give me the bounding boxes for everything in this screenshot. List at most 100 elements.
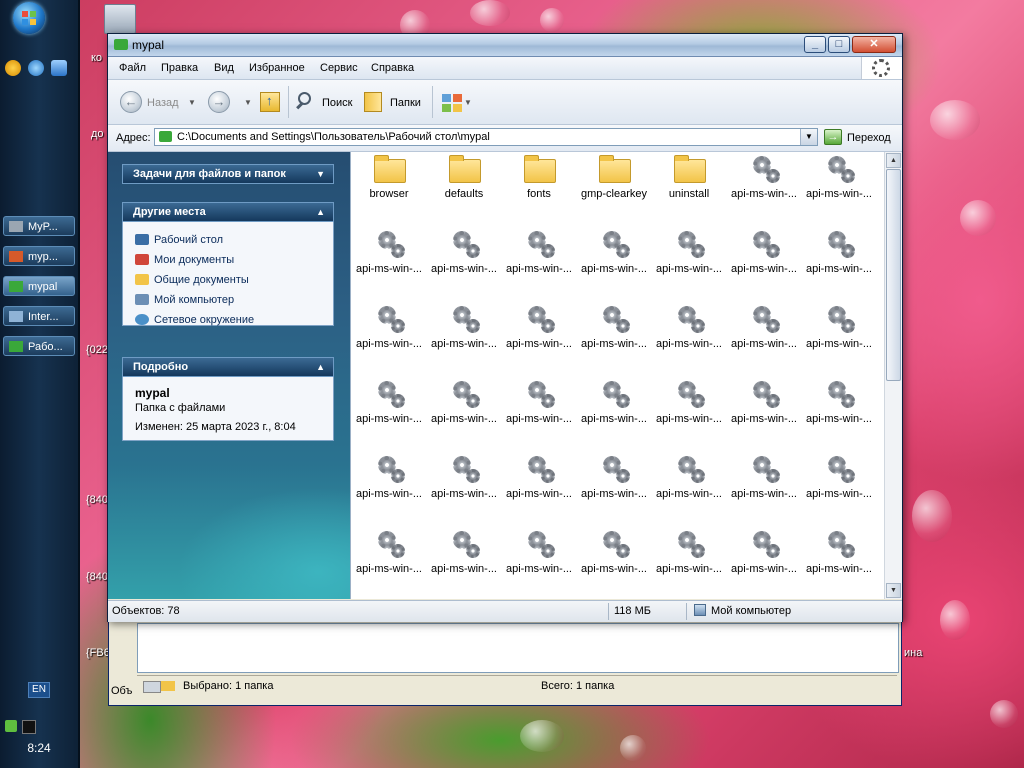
details-header[interactable]: Подробно ▲: [122, 357, 334, 377]
file-item[interactable]: api-ms-win-...: [727, 452, 801, 522]
taskbar-button-internet[interactable]: Inter...: [3, 306, 75, 326]
my-computer-desktop-icon[interactable]: [104, 4, 136, 34]
file-item[interactable]: api-ms-win-...: [352, 452, 426, 522]
go-button-label[interactable]: Переход: [847, 132, 891, 144]
vertical-scrollbar[interactable]: ▲ ▼: [884, 152, 902, 599]
file-item[interactable]: api-ms-win-...: [502, 527, 576, 597]
scroll-up-arrow-icon[interactable]: ▲: [886, 153, 901, 168]
chevron-up-icon[interactable]: ▲: [316, 358, 325, 376]
views-icon[interactable]: [442, 94, 462, 112]
forward-arrow-icon[interactable]: →: [208, 91, 230, 113]
place-link-shared-documents[interactable]: Общие документы: [135, 274, 249, 286]
language-indicator[interactable]: EN: [28, 682, 50, 698]
folders-button-label[interactable]: Папки: [390, 97, 421, 109]
views-caret-icon[interactable]: ▼: [464, 98, 472, 107]
minimize-button[interactable]: _: [804, 36, 826, 53]
file-item[interactable]: api-ms-win-...: [352, 377, 426, 447]
desktop-icon-label[interactable]: до: [91, 128, 104, 140]
file-item[interactable]: api-ms-win-...: [802, 527, 876, 597]
up-folder-icon[interactable]: ↑: [260, 92, 280, 112]
folder-item[interactable]: gmp-clearkey: [577, 152, 651, 222]
file-item[interactable]: api-ms-win-...: [577, 302, 651, 372]
file-item[interactable]: api-ms-win-...: [727, 152, 801, 222]
file-item[interactable]: api-ms-win-...: [802, 227, 876, 297]
place-link-my-computer[interactable]: Мой компьютер: [135, 294, 234, 306]
chevron-up-icon[interactable]: ▲: [316, 203, 325, 221]
folders-icon[interactable]: [364, 92, 382, 112]
file-item[interactable]: api-ms-win-...: [427, 452, 501, 522]
scroll-down-arrow-icon[interactable]: ▼: [886, 583, 901, 598]
place-link-my-documents[interactable]: Мои документы: [135, 254, 234, 266]
back-history-caret-icon[interactable]: ▼: [188, 98, 196, 107]
file-item[interactable]: api-ms-win-...: [352, 527, 426, 597]
file-item[interactable]: api-ms-win-...: [427, 302, 501, 372]
folder-item[interactable]: uninstall: [652, 152, 726, 222]
desktop-icon-label[interactable]: {FB6: [86, 647, 110, 659]
file-item[interactable]: api-ms-win-...: [427, 227, 501, 297]
menu-tools[interactable]: Сервис: [320, 62, 358, 74]
file-item[interactable]: api-ms-win-...: [427, 377, 501, 447]
file-item[interactable]: api-ms-win-...: [502, 377, 576, 447]
folder-item[interactable]: defaults: [427, 152, 501, 222]
file-item[interactable]: api-ms-win-...: [652, 302, 726, 372]
forward-history-caret-icon[interactable]: ▼: [244, 98, 252, 107]
volume-tray-icon[interactable]: [22, 720, 36, 734]
file-item[interactable]: api-ms-win-...: [727, 302, 801, 372]
file-item[interactable]: api-ms-win-...: [352, 227, 426, 297]
file-item[interactable]: api-ms-win-...: [502, 227, 576, 297]
file-item[interactable]: api-ms-win-...: [727, 377, 801, 447]
address-dropdown-icon[interactable]: ▼: [800, 129, 817, 145]
maximize-button[interactable]: □: [828, 36, 850, 53]
file-item[interactable]: api-ms-win-...: [652, 227, 726, 297]
file-list[interactable]: browser defaults fonts gmp-clearkey uninstal…: [350, 152, 885, 599]
title-bar[interactable]: mypal _ □ ✕: [108, 34, 902, 57]
desktop-icon-label[interactable]: {022: [86, 344, 108, 356]
menu-help[interactable]: Справка: [371, 62, 414, 74]
file-item[interactable]: api-ms-win-...: [802, 152, 876, 222]
explorer-window[interactable]: mypal _ □ ✕ Файл Правка Вид Избранное Се…: [107, 33, 903, 622]
back-button-label[interactable]: Назад: [147, 97, 179, 109]
desktop-icon-label[interactable]: {840: [86, 571, 108, 583]
address-path[interactable]: C:\Documents and Settings\Пользователь\Р…: [177, 131, 490, 143]
file-item[interactable]: api-ms-win-...: [577, 527, 651, 597]
taskbar-button-mypal[interactable]: mypal: [3, 276, 75, 296]
close-button[interactable]: ✕: [852, 36, 896, 53]
file-item[interactable]: api-ms-win-...: [652, 377, 726, 447]
file-item[interactable]: api-ms-win-...: [502, 452, 576, 522]
file-item[interactable]: api-ms-win-...: [802, 302, 876, 372]
clock[interactable]: 8:24: [0, 741, 78, 755]
address-input[interactable]: C:\Documents and Settings\Пользователь\Р…: [154, 128, 818, 146]
menu-file[interactable]: Файл: [119, 62, 146, 74]
show-desktop-icon[interactable]: [51, 60, 67, 76]
file-tasks-header[interactable]: Задачи для файлов и папок ▼: [122, 164, 334, 184]
desktop-icon-label[interactable]: {840: [86, 494, 108, 506]
go-arrow-icon[interactable]: →: [824, 129, 842, 145]
folder-item[interactable]: browser: [352, 152, 426, 222]
file-item[interactable]: api-ms-win-...: [427, 527, 501, 597]
menu-favorites[interactable]: Избранное: [249, 62, 305, 74]
chevron-down-icon[interactable]: ▼: [316, 165, 325, 183]
taskbar-button-myp-drive[interactable]: MyP...: [3, 216, 75, 236]
folder-item[interactable]: fonts: [502, 152, 576, 222]
background-explorer-window[interactable]: Объ Выбрано: 1 папка Всего: 1 папка: [108, 612, 902, 706]
file-item[interactable]: api-ms-win-...: [652, 527, 726, 597]
menu-view[interactable]: Вид: [214, 62, 234, 74]
file-item[interactable]: api-ms-win-...: [727, 527, 801, 597]
network-tray-icon[interactable]: [5, 720, 17, 732]
start-button[interactable]: [13, 2, 45, 34]
file-item[interactable]: api-ms-win-...: [577, 227, 651, 297]
other-places-header[interactable]: Другие места ▲: [122, 202, 334, 222]
scrollbar-thumb[interactable]: [886, 169, 901, 381]
file-item[interactable]: api-ms-win-...: [652, 452, 726, 522]
desktop-icon-label[interactable]: ко: [91, 52, 102, 64]
search-button-label[interactable]: Поиск: [322, 97, 352, 109]
menu-edit[interactable]: Правка: [161, 62, 198, 74]
place-link-network[interactable]: Сетевое окружение: [135, 314, 254, 326]
back-arrow-icon[interactable]: ←: [120, 91, 142, 113]
file-item[interactable]: api-ms-win-...: [802, 377, 876, 447]
file-item[interactable]: api-ms-win-...: [352, 302, 426, 372]
taskbar-button-desktop-folder[interactable]: Рабо...: [3, 336, 75, 356]
file-item[interactable]: api-ms-win-...: [802, 452, 876, 522]
file-item[interactable]: api-ms-win-...: [577, 377, 651, 447]
internet-explorer-icon[interactable]: [28, 60, 44, 76]
